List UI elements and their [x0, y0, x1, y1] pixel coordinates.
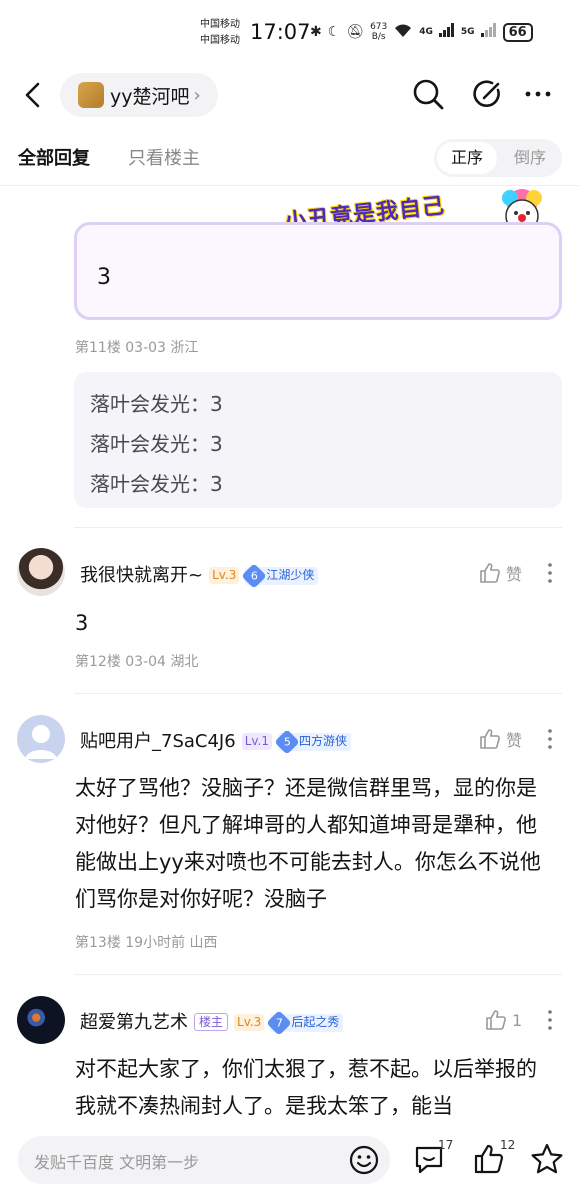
- title-badge: 6 江湖少侠: [241, 563, 319, 589]
- order-asc-button[interactable]: 正序: [437, 142, 497, 174]
- avatar[interactable]: [17, 715, 65, 763]
- network-speed: 673 B/s: [370, 22, 388, 42]
- order-desc-button[interactable]: 倒序: [500, 142, 560, 174]
- like-label: 赞: [506, 565, 523, 584]
- tab-all-replies[interactable]: 全部回复: [18, 144, 90, 170]
- network-5g: 5G: [460, 27, 475, 37]
- username[interactable]: 贴吧用户_7SaC4J6: [80, 731, 236, 752]
- like-button[interactable]: 赞: [478, 561, 522, 585]
- title-badge: 5 四方游侠: [274, 729, 352, 755]
- more-options-icon[interactable]: [542, 727, 558, 751]
- wifi-icon: [393, 22, 413, 42]
- like-label: 赞: [506, 731, 523, 750]
- like-count: 1: [512, 1010, 523, 1030]
- forum-avatar: [78, 82, 104, 108]
- divider: [74, 527, 562, 528]
- post-author: 超爱第九艺术 楼主 Lv.3 7 后起之秀: [80, 1008, 344, 1036]
- thumbs-up-icon: [486, 1010, 506, 1030]
- back-arrow-icon[interactable]: [22, 80, 44, 110]
- op-badge: 楼主: [194, 1013, 229, 1031]
- divider: [74, 974, 562, 975]
- reply-content: 3: [97, 265, 111, 290]
- divider: [74, 693, 562, 694]
- reply-input[interactable]: 发贴千百度 文明第一步: [18, 1136, 390, 1184]
- post-content: 太好了骂他？没脑子？还是微信群里骂，显的你是对他好？但凡了解坤哥的人都知道坤哥是…: [75, 776, 541, 911]
- edit-icon[interactable]: [470, 76, 506, 112]
- more-icon[interactable]: [520, 76, 556, 112]
- reply-bubble: 3: [74, 222, 562, 320]
- sub-reply[interactable]: 落叶会发光：3: [90, 424, 546, 464]
- reply-tabs: 全部回复 只看楼主 正序 倒序: [0, 130, 580, 186]
- carrier-1: 中国移动: [200, 19, 240, 30]
- reply-placeholder: 发贴千百度 文明第一步: [34, 1153, 200, 1172]
- floor-meta: 第13楼 19小时前 山西: [75, 935, 218, 951]
- username[interactable]: 超爱第九艺术: [80, 1012, 188, 1033]
- title-badge: 7 后起之秀: [266, 1010, 344, 1036]
- carrier-info: 中国移动 中国移动: [200, 17, 240, 49]
- floor-meta: 第12楼 03-04 湖北: [75, 654, 199, 670]
- post-author: 我很快就离开~ Lv.3 6 江湖少侠: [80, 561, 319, 589]
- level-badge: Lv.1: [241, 733, 273, 750]
- sub-reply[interactable]: 落叶会发光：3: [90, 464, 546, 504]
- comment-count: 17: [438, 1138, 454, 1152]
- do-not-disturb-icon: ☾: [327, 24, 341, 40]
- tab-only-op[interactable]: 只看楼主: [128, 144, 200, 170]
- post-content: 3: [75, 611, 89, 635]
- thumbs-up-icon: [480, 563, 500, 583]
- chevron-right-icon: ›: [193, 84, 201, 106]
- status-icons: ✱ ☾ 🔕︎ 673 B/s 4G 5G 66: [310, 22, 533, 42]
- like-button[interactable]: 1: [484, 1008, 522, 1032]
- sub-replies[interactable]: 落叶会发光：3 落叶会发光：3 落叶会发光：3: [74, 372, 562, 508]
- post-content: 对不起大家了，你们太狠了，惹不起。以后举报的我就不凑热闹封人了。是我太笨了，能当: [75, 1057, 537, 1118]
- avatar[interactable]: [17, 996, 65, 1044]
- default-avatar-icon: [25, 725, 57, 759]
- thumbs-up-icon: [480, 729, 500, 749]
- search-icon[interactable]: [410, 76, 446, 112]
- order-toggle: 正序 倒序: [434, 139, 562, 177]
- nav-bar: yy楚河吧 ›: [0, 66, 580, 124]
- signal-icon: [438, 23, 455, 41]
- sub-reply[interactable]: 落叶会发光：3: [90, 384, 546, 424]
- clock: 17:07: [250, 20, 311, 44]
- carrier-2: 中国移动: [200, 35, 240, 46]
- signal-icon: [480, 23, 497, 41]
- floor-meta: 第11楼 03-03 浙江: [75, 340, 199, 356]
- status-bar: 中国移动 中国移动 17:07 ✱ ☾ 🔕︎ 673 B/s 4G 5G 66: [0, 0, 580, 66]
- forum-chip[interactable]: yy楚河吧 ›: [60, 73, 218, 117]
- network-4g: 4G: [419, 27, 433, 37]
- username[interactable]: 我很快就离开~: [80, 565, 203, 586]
- star-icon[interactable]: [530, 1142, 564, 1176]
- post-author: 贴吧用户_7SaC4J6 Lv.1 5 四方游侠: [80, 727, 352, 755]
- more-options-icon[interactable]: [542, 1008, 558, 1032]
- bluetooth-icon: ✱: [310, 24, 322, 40]
- mute-icon: 🔕︎: [346, 24, 365, 40]
- like-count: 12: [500, 1138, 516, 1152]
- emoji-icon[interactable]: [348, 1144, 380, 1176]
- avatar[interactable]: [17, 548, 65, 596]
- like-button[interactable]: 赞: [478, 727, 522, 751]
- battery-indicator: 66: [502, 22, 533, 42]
- forum-name: yy楚河吧: [110, 85, 190, 108]
- more-options-icon[interactable]: [542, 561, 558, 585]
- bottom-bar: 发贴千百度 文明第一步 17 12: [0, 1128, 580, 1196]
- level-badge: Lv.3: [234, 1014, 265, 1031]
- level-badge: Lv.3: [209, 567, 240, 584]
